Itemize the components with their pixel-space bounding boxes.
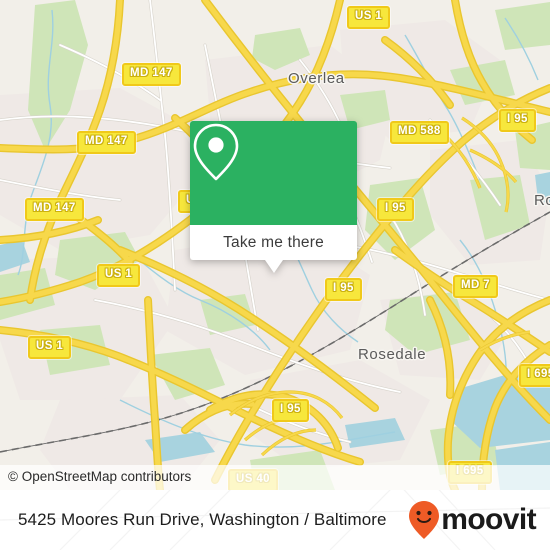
moovit-wordmark: moovit bbox=[441, 503, 536, 536]
footer-bar: 5425 Moores Run Drive, Washington / Balt… bbox=[0, 490, 550, 550]
moovit-map-screenshot: Overlea Rosedale Ro US 1 MD 147 MD 147 M… bbox=[0, 0, 550, 550]
osm-attribution[interactable]: © OpenStreetMap contributors bbox=[0, 464, 550, 490]
take-me-there-label: Take me there bbox=[223, 233, 324, 251]
address-label: 5425 Moores Run Drive, Washington / Balt… bbox=[18, 510, 387, 529]
map-canvas[interactable]: Overlea Rosedale Ro US 1 MD 147 MD 147 M… bbox=[0, 0, 550, 490]
callout-pointer bbox=[264, 260, 283, 273]
moovit-logo[interactable]: moovit bbox=[408, 500, 537, 540]
location-callout-card[interactable]: Take me there bbox=[190, 121, 357, 273]
callout-footer[interactable]: Take me there bbox=[190, 225, 357, 273]
moovit-pin-icon bbox=[409, 501, 440, 539]
map-pin-icon bbox=[193, 123, 239, 181]
callout-header bbox=[190, 121, 357, 225]
